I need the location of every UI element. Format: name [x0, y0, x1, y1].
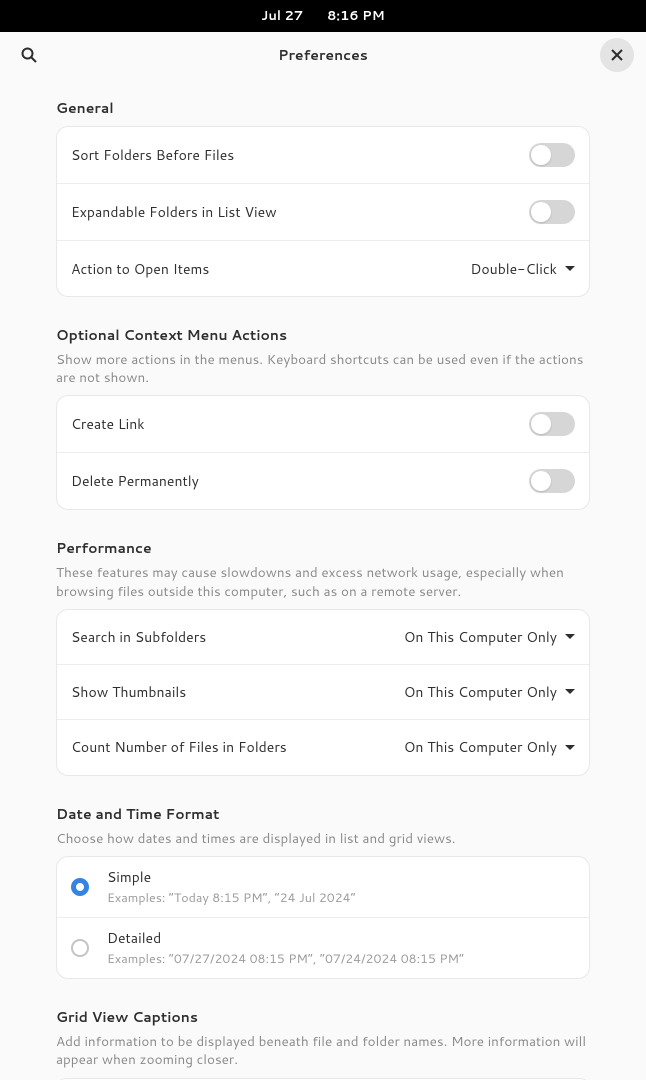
chevron-down-icon — [565, 266, 575, 271]
group-datetime: Date and Time Format Choose how dates an… — [56, 804, 590, 979]
row-create-link[interactable]: Create Link — [57, 396, 589, 453]
group-desc-context: Show more actions in the menus. Keyboard… — [56, 351, 590, 387]
group-general: General Sort Folders Before Files Expand… — [56, 98, 590, 297]
label-search-subfolders: Search in Subfolders — [71, 627, 404, 647]
close-icon — [611, 49, 623, 61]
radio-simple[interactable] — [71, 878, 89, 896]
group-grid-captions: Grid View Captions Add information to be… — [56, 1007, 590, 1080]
label-sort-folders: Sort Folders Before Files — [71, 145, 529, 165]
group-desc-grid: Add information to be displayed beneath … — [56, 1033, 590, 1069]
list-general: Sort Folders Before Files Expandable Fol… — [56, 126, 590, 297]
row-sort-folders[interactable]: Sort Folders Before Files — [57, 127, 589, 184]
sub-simple: Examples: “Today 8:15 PM”, “24 Jul 2024” — [107, 889, 575, 907]
search-icon — [21, 47, 37, 63]
switch-expandable-folders[interactable] — [529, 200, 575, 224]
row-expandable-folders[interactable]: Expandable Folders in List View — [57, 184, 589, 241]
group-title-performance: Performance — [56, 538, 590, 558]
search-button[interactable] — [12, 38, 46, 72]
value-action-open: Double-Click — [470, 259, 557, 279]
group-title-context: Optional Context Menu Actions — [56, 325, 590, 345]
label-expandable-folders: Expandable Folders in List View — [71, 202, 529, 222]
label-show-thumbnails: Show Thumbnails — [71, 682, 404, 702]
chevron-down-icon — [565, 745, 575, 750]
row-datetime-detailed[interactable]: Detailed Examples: “07/27/2024 08:15 PM”… — [57, 918, 589, 978]
label-simple: Simple — [107, 867, 575, 887]
switch-sort-folders[interactable] — [529, 143, 575, 167]
group-desc-performance: These features may cause slowdowns and e… — [56, 564, 590, 600]
radio-content-simple: Simple Examples: “Today 8:15 PM”, “24 Ju… — [107, 867, 575, 907]
label-action-open: Action to Open Items — [71, 259, 470, 279]
headerbar: Preferences — [0, 32, 646, 78]
value-count-files: On This Computer Only — [404, 737, 557, 757]
list-datetime: Simple Examples: “Today 8:15 PM”, “24 Ju… — [56, 856, 590, 979]
preferences-content: General Sort Folders Before Files Expand… — [0, 78, 646, 1080]
label-count-files: Count Number of Files in Folders — [71, 737, 404, 757]
label-delete-permanently: Delete Permanently — [71, 471, 529, 491]
window-title: Preferences — [278, 45, 368, 65]
chevron-down-icon — [565, 634, 575, 639]
close-button[interactable] — [600, 38, 634, 72]
switch-delete-permanently[interactable] — [529, 469, 575, 493]
list-performance: Search in Subfolders On This Computer On… — [56, 609, 590, 776]
row-delete-permanently[interactable]: Delete Permanently — [57, 453, 589, 509]
topbar-time[interactable]: 8:16 PM — [327, 7, 385, 25]
group-context-menu: Optional Context Menu Actions Show more … — [56, 325, 590, 510]
switch-create-link[interactable] — [529, 412, 575, 436]
group-desc-datetime: Choose how dates and times are displayed… — [56, 830, 590, 848]
group-title-grid: Grid View Captions — [56, 1007, 590, 1027]
system-topbar: Jul 27 8:16 PM — [0, 0, 646, 32]
radio-content-detailed: Detailed Examples: “07/27/2024 08:15 PM”… — [107, 928, 575, 968]
preferences-window: Preferences General Sort Folders Before … — [0, 32, 646, 1080]
group-title-general: General — [56, 98, 590, 118]
chevron-down-icon — [565, 689, 575, 694]
label-detailed: Detailed — [107, 928, 575, 948]
value-search-subfolders: On This Computer Only — [404, 627, 557, 647]
topbar-date[interactable]: Jul 27 — [261, 7, 303, 25]
row-datetime-simple[interactable]: Simple Examples: “Today 8:15 PM”, “24 Ju… — [57, 857, 589, 918]
value-show-thumbnails: On This Computer Only — [404, 682, 557, 702]
row-count-files[interactable]: Count Number of Files in Folders On This… — [57, 720, 589, 775]
list-context: Create Link Delete Permanently — [56, 395, 590, 510]
group-performance: Performance These features may cause slo… — [56, 538, 590, 775]
group-title-datetime: Date and Time Format — [56, 804, 590, 824]
row-action-open[interactable]: Action to Open Items Double-Click — [57, 241, 589, 296]
radio-detailed[interactable] — [71, 939, 89, 957]
label-create-link: Create Link — [71, 414, 529, 434]
sub-detailed: Examples: “07/27/2024 08:15 PM”, “07/24/… — [107, 950, 575, 968]
row-search-subfolders[interactable]: Search in Subfolders On This Computer On… — [57, 610, 589, 665]
row-show-thumbnails[interactable]: Show Thumbnails On This Computer Only — [57, 665, 589, 720]
